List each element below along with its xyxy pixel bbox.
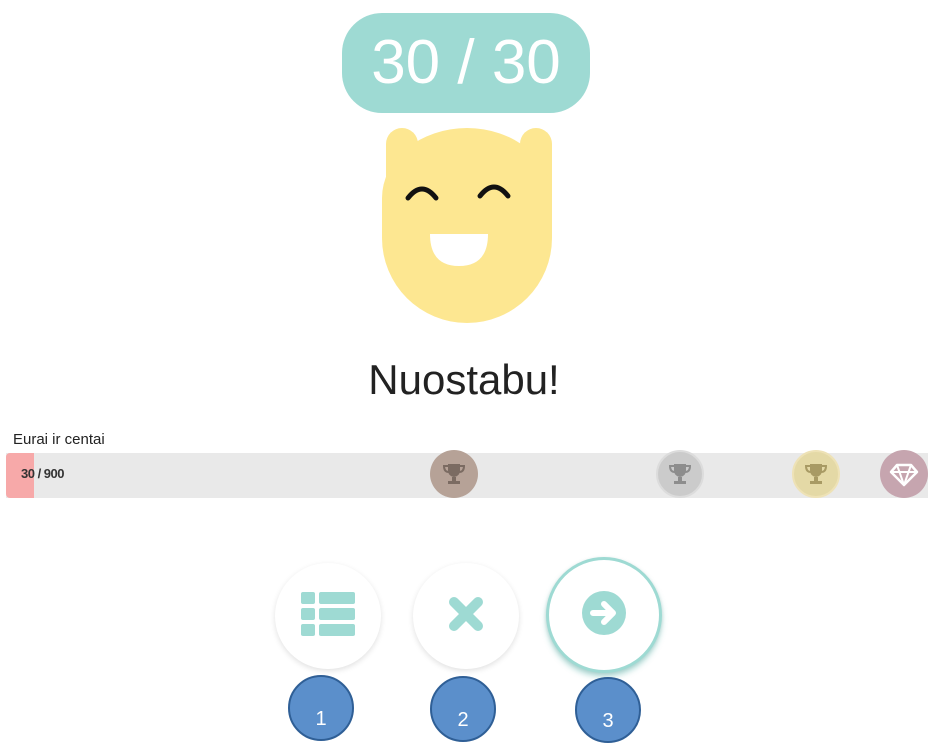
result-title: Nuostabu! xyxy=(368,356,560,403)
close-icon xyxy=(448,596,484,637)
close-button[interactable] xyxy=(413,563,519,669)
quiz-result-screen: 30 / 30 Nuostabu! Eurai ir centai 30 / 9… xyxy=(0,0,928,745)
arrow-right-circle-icon xyxy=(580,589,628,642)
score-pill: 30 / 30 xyxy=(342,13,590,113)
step-badge-1: 1 xyxy=(288,675,354,741)
bronze-trophy-icon xyxy=(430,450,478,498)
happy-mascot-icon xyxy=(378,128,556,329)
diamond-icon xyxy=(880,450,928,498)
next-button[interactable] xyxy=(546,557,662,673)
step-badge-3: 3 xyxy=(575,677,641,743)
list-icon xyxy=(301,591,355,641)
progress-count: 30 / 900 xyxy=(21,466,65,481)
gold-trophy-icon xyxy=(792,450,840,498)
silver-trophy-icon xyxy=(656,450,704,498)
progress-label: Eurai ir centai xyxy=(13,431,105,448)
list-button[interactable] xyxy=(275,563,381,669)
step-badge-2: 2 xyxy=(430,676,496,742)
